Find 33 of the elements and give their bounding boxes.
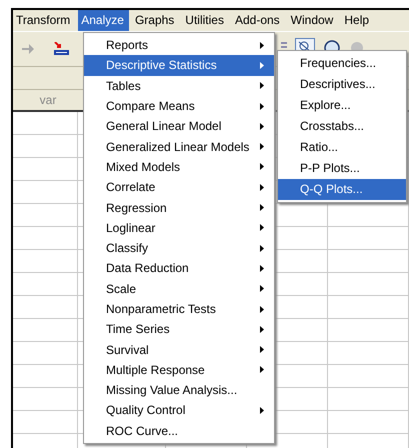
menu-item[interactable]: Ratio... [278, 137, 406, 158]
menu-item[interactable]: Classify [84, 238, 274, 258]
menu-item[interactable]: Descriptives... [278, 74, 406, 95]
menu-item[interactable]: Generalized Linear Models [84, 136, 274, 157]
menu-bar-item[interactable]: Window [288, 10, 338, 31]
menu-item[interactable]: Multiple Response [84, 360, 274, 380]
menu-item[interactable]: Regression [84, 197, 274, 218]
menu-item[interactable]: Nonparametric Tests [84, 298, 274, 320]
menu-item[interactable]: Quality Control [84, 400, 274, 421]
menu-item[interactable]: Crosstabs... [278, 116, 406, 137]
menu-bar-item[interactable]: Graphs [132, 10, 180, 31]
menu-item[interactable]: P-P Plots... [278, 158, 406, 179]
menu-item[interactable]: Q-Q Plots... [278, 179, 406, 200]
menu-bar-item[interactable]: Add-ons [232, 10, 285, 31]
menu-bar-item[interactable]: Help [341, 10, 374, 31]
menu-item[interactable]: Descriptive Statistics [84, 55, 274, 76]
menu-item[interactable]: Survival [84, 339, 274, 360]
menu-item[interactable]: Tables [84, 76, 274, 96]
menu-item[interactable]: General Linear Model [84, 116, 274, 136]
menu-item[interactable]: Loglinear [84, 218, 274, 238]
menu-item[interactable]: Frequencies... [278, 53, 406, 74]
menu-item[interactable]: Time Series [84, 319, 274, 340]
menu-item[interactable]: Explore... [278, 95, 406, 116]
menu-item[interactable]: Correlate [84, 177, 274, 198]
menu-bar-item[interactable]: Analyze [78, 10, 129, 31]
menu-item[interactable]: Compare Means [84, 96, 274, 116]
menu-item[interactable]: ROC Curve... [84, 420, 274, 441]
menu-item[interactable]: Data Reduction [84, 258, 274, 279]
menu-item[interactable]: Missing Value Analysis... [84, 380, 274, 400]
menu-item[interactable]: Scale [84, 278, 274, 299]
menu-bar-item[interactable]: Transform [13, 10, 76, 31]
menu-item[interactable]: Mixed Models [84, 156, 274, 178]
menu-bar-item[interactable]: Utilities [182, 10, 229, 31]
